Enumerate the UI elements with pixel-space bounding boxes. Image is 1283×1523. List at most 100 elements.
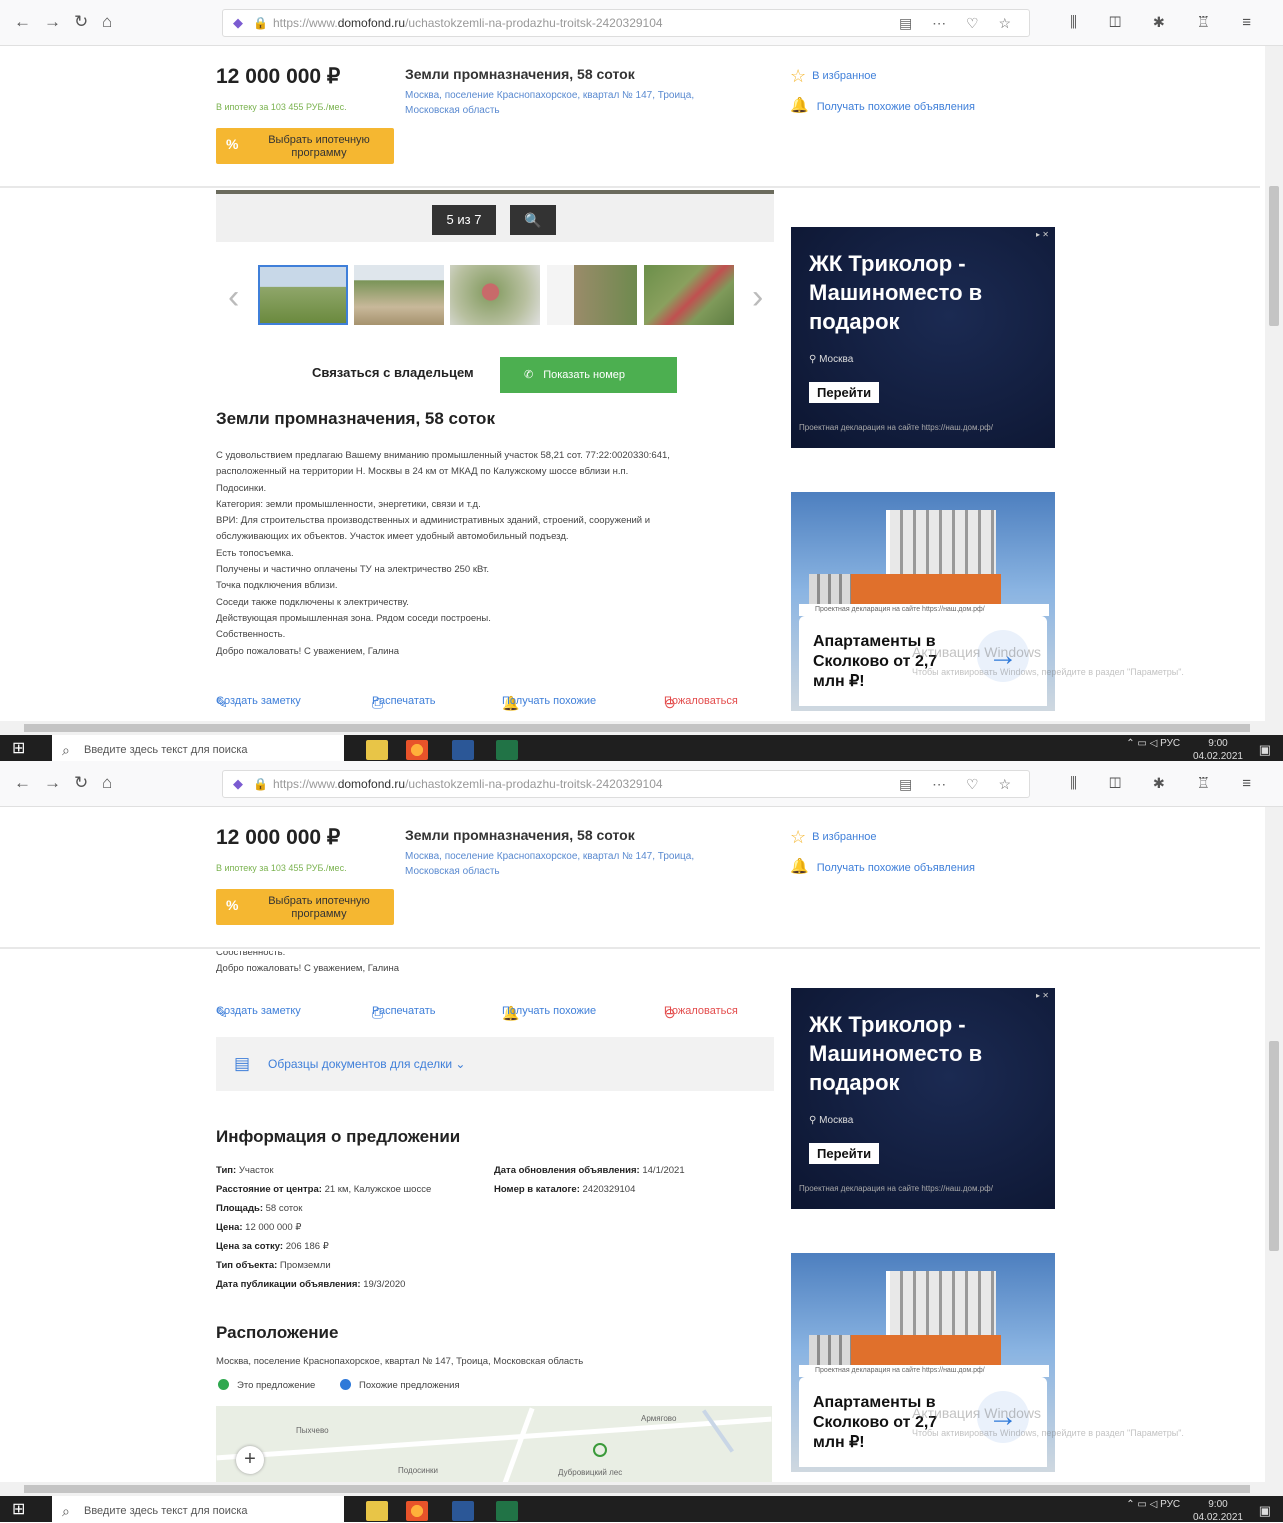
excel-icon[interactable] xyxy=(496,740,518,760)
notifications-icon[interactable]: ▣ xyxy=(1259,742,1271,758)
gallery-thumbnail[interactable] xyxy=(258,265,348,325)
ad-location-label: Москва xyxy=(819,354,854,365)
gallery-next-arrow[interactable]: › xyxy=(752,278,763,317)
similar-subscribe-button[interactable]: 🔔 Получать похожие объявления xyxy=(790,96,975,114)
vertical-scrollbar[interactable] xyxy=(1265,807,1283,1482)
info-row: Цена за сотку: 206 186 ₽ xyxy=(216,1237,461,1256)
keyboard-lang[interactable]: РУС xyxy=(1160,1499,1180,1510)
gallery-thumbnail[interactable] xyxy=(644,265,734,325)
home-icon[interactable]: ⌂ xyxy=(102,773,112,793)
ad-card[interactable]: Апартаменты в Сколково от 2,7 млн ₽! → xyxy=(799,616,1047,706)
clock[interactable]: 9:00 04.02.2021 xyxy=(1193,737,1243,761)
excel-icon[interactable] xyxy=(496,1501,518,1521)
info-value: 206 186 ₽ xyxy=(285,1241,329,1252)
ad-go-button[interactable]: Перейти xyxy=(809,1143,880,1164)
file-explorer-icon[interactable] xyxy=(366,740,388,760)
taskbar: ⊞ ⌕ Введите здесь текст для поиска ⌃ ▭ ◁ … xyxy=(0,735,1283,761)
scrollbar-thumb[interactable] xyxy=(1269,1041,1279,1251)
scrollbar-thumb[interactable] xyxy=(24,1485,1250,1493)
forward-icon[interactable]: → xyxy=(44,773,61,793)
info-row: Тип: Участок xyxy=(216,1161,461,1180)
firefox-icon[interactable] xyxy=(406,1501,428,1521)
documents-dropdown[interactable]: ▤ Образцы документов для сделки ⌄ xyxy=(216,1037,774,1091)
reload-icon[interactable]: ↻ xyxy=(74,12,88,32)
info-row: Дата обновления объявления: 14/1/2021 xyxy=(494,1161,774,1180)
taskbar-search[interactable]: ⌕ Введите здесь текст для поиска xyxy=(52,1496,344,1522)
ad-title: Апартаменты в Сколково от 2,7 млн ₽! xyxy=(813,1394,938,1451)
header-address[interactable]: Москва, поселение Краснопахорское, кварт… xyxy=(405,88,745,118)
favorite-label: В избранное xyxy=(812,70,877,82)
favorite-button[interactable]: ☆ В избранное xyxy=(790,827,877,848)
windows-start-icon[interactable]: ⊞ xyxy=(12,1499,25,1519)
clock[interactable]: 9:00 04.02.2021 xyxy=(1193,1498,1243,1522)
horizontal-scrollbar[interactable] xyxy=(0,1482,1283,1496)
reload-icon[interactable]: ↻ xyxy=(74,773,88,793)
horizontal-scrollbar[interactable] xyxy=(0,721,1283,735)
ad-location-label: Москва xyxy=(819,1115,854,1126)
mortgage-button[interactable]: % Выбрать ипотечную программу xyxy=(216,889,394,925)
system-tray[interactable]: ⌃ ▭ ◁ РУС 9:00 04.02.2021 xyxy=(1126,1498,1243,1522)
ad-title: ЖК Триколор - Машиноместо в подарок xyxy=(809,251,983,334)
tray-icons[interactable]: ⌃ ▭ ◁ xyxy=(1126,738,1160,749)
word-icon[interactable] xyxy=(452,1501,474,1521)
gallery-thumbnail[interactable] xyxy=(354,265,444,325)
system-tray[interactable]: ⌃ ▭ ◁ РУС 9:00 04.02.2021 xyxy=(1126,737,1243,761)
header-address[interactable]: Москва, поселение Краснопахорское, кварт… xyxy=(405,849,745,879)
tray-icons[interactable]: ⌃ ▭ ◁ xyxy=(1126,1499,1160,1510)
back-icon[interactable]: ← xyxy=(14,12,31,32)
location-map[interactable]: Пыхчево Подосинки Дубровицкий лес Армяго… xyxy=(216,1406,772,1482)
scrollbar-thumb[interactable] xyxy=(24,724,1250,732)
url-prefix: https://www. xyxy=(273,16,338,30)
description-text: С удовольствием предлагаю Вашему внимани… xyxy=(216,448,776,660)
windows-start-icon[interactable]: ⊞ xyxy=(12,738,25,758)
gallery-prev-arrow[interactable]: ‹ xyxy=(228,278,239,317)
ad-close-icon[interactable]: ▸ ✕ xyxy=(1036,991,1049,1000)
sticky-header: 12 000 000 ₽ В ипотеку за 103 455 РУБ./м… xyxy=(0,46,1260,188)
map-label: Пыхчево xyxy=(296,1426,329,1435)
mortgage-link[interactable]: В ипотеку за 103 455 РУБ./мес. xyxy=(216,102,347,112)
description-line: Добро пожаловать! С уважением, Галина xyxy=(216,645,399,657)
create-note-label: Создать заметку xyxy=(216,1005,301,1017)
ad-banner-parking[interactable]: ▸ ✕ ЖК Триколор - Машиноместо в подарок … xyxy=(791,227,1055,448)
shield-icon[interactable]: ◆ xyxy=(233,10,243,36)
url-bar[interactable]: ◆ 🔒 https://www.domofond.ru/uchastokzeml… xyxy=(222,9,1030,37)
home-icon[interactable]: ⌂ xyxy=(102,12,112,32)
favorite-button[interactable]: ☆ В избранное xyxy=(790,66,877,87)
library-icon[interactable]: ⫼ ◫ ✱ ♖ ≡ xyxy=(1070,13,1265,31)
ad-banner-parking[interactable]: ▸ ✕ ЖК Триколор - Машиноместо в подарок … xyxy=(791,988,1055,1209)
notifications-icon[interactable]: ▣ xyxy=(1259,1503,1271,1519)
gallery-thumbnail[interactable] xyxy=(450,265,540,325)
info-title: Информация о предложении xyxy=(216,1127,461,1146)
back-icon[interactable]: ← xyxy=(14,773,31,793)
gallery-thumbnail[interactable] xyxy=(547,265,637,325)
url-bar[interactable]: ◆ 🔒 https://www.domofond.ru/uchastokzeml… xyxy=(222,770,1030,798)
mortgage-link[interactable]: В ипотеку за 103 455 РУБ./мес. xyxy=(216,863,347,873)
library-icon[interactable]: ⫼ ◫ ✱ ♖ ≡ xyxy=(1070,774,1265,792)
info-key: Площадь: xyxy=(216,1203,263,1214)
url-prefix: https://www. xyxy=(273,777,338,791)
info-row: Площадь: 58 соток xyxy=(216,1199,461,1218)
ad-card[interactable]: Апартаменты в Сколково от 2,7 млн ₽! → xyxy=(799,1377,1047,1467)
show-phone-button[interactable]: ✆ Показать номер xyxy=(500,357,677,393)
mortgage-button[interactable]: % Выбрать ипотечную программу xyxy=(216,128,394,164)
ad-go-button[interactable]: Перейти xyxy=(809,382,880,403)
scrollbar-thumb[interactable] xyxy=(1269,186,1279,326)
page-actions-icon[interactable]: ▤ ⋯ ♡ ☆ xyxy=(899,771,1019,797)
taskbar-search[interactable]: ⌕ Введите здесь текст для поиска xyxy=(52,735,344,761)
shield-icon[interactable]: ◆ xyxy=(233,771,243,797)
word-icon[interactable] xyxy=(452,740,474,760)
sticky-header: 12 000 000 ₽ В ипотеку за 103 455 РУБ./м… xyxy=(0,807,1260,949)
firefox-icon[interactable] xyxy=(406,740,428,760)
file-explorer-icon[interactable] xyxy=(366,1501,388,1521)
map-zoom-in-button[interactable]: + xyxy=(236,1446,264,1474)
vertical-scrollbar[interactable] xyxy=(1265,46,1283,721)
zoom-button[interactable]: 🔍 xyxy=(510,205,556,235)
map-label: Армягово xyxy=(641,1414,677,1423)
similar-subscribe-button[interactable]: 🔔 Получать похожие объявления xyxy=(790,857,975,875)
ad-close-icon[interactable]: ▸ ✕ xyxy=(1036,230,1049,239)
description-line: Подосинки. xyxy=(216,482,267,494)
page-actions-icon[interactable]: ▤ ⋯ ♡ ☆ xyxy=(899,10,1019,36)
forward-icon[interactable]: → xyxy=(44,12,61,32)
clock-date: 04.02.2021 xyxy=(1192,1512,1243,1522)
keyboard-lang[interactable]: РУС xyxy=(1160,738,1180,749)
